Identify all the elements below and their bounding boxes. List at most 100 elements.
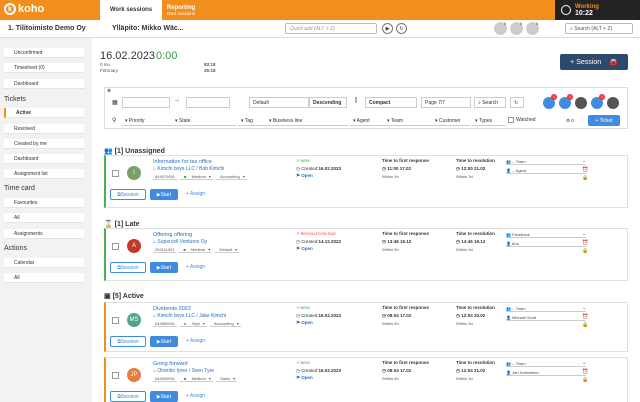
- sidebar-item-ticket-dashboard[interactable]: Dashboard: [4, 154, 84, 164]
- category-select[interactable]: Sales ▾: [215, 376, 238, 382]
- start-button[interactable]: ▶ Start: [150, 336, 178, 347]
- category-select[interactable]: Accounting ▾: [215, 174, 247, 180]
- start-button[interactable]: ▶ Start: [150, 391, 178, 402]
- refresh-list-button[interactable]: ↻: [510, 97, 524, 108]
- play-button[interactable]: ▶: [382, 23, 393, 34]
- ticket-checkbox[interactable]: [112, 243, 119, 250]
- chevron-down-icon[interactable]: ⌄: [582, 360, 586, 366]
- home-icon[interactable]: [575, 97, 587, 109]
- start-button[interactable]: ▶ Start: [150, 189, 178, 200]
- state-filter[interactable]: ▾ State: [172, 116, 236, 126]
- agent-select[interactable]: 👤 Anu: [506, 241, 586, 247]
- ticket-checkbox[interactable]: [112, 372, 119, 379]
- ticket-card[interactable]: A Offering offering ⌂ Supercell Ventures…: [104, 228, 628, 281]
- watched-checkbox[interactable]: Watched: [508, 117, 536, 123]
- tab-reporting[interactable]: Reporting Own sessions: [162, 0, 200, 20]
- ticket-customer[interactable]: ⌂ Kimchi boys LLC / Jake Kimchi: [153, 313, 226, 319]
- sidebar-item-dashboard[interactable]: Dashboard: [4, 79, 84, 89]
- page-select[interactable]: Page 7/7: [421, 97, 471, 108]
- new-session-button[interactable]: + Session 🚘: [560, 54, 628, 70]
- business-line-filter[interactable]: ▾ Business line: [266, 116, 348, 126]
- chevron-down-icon[interactable]: ⌄: [582, 158, 586, 164]
- alarm-icon[interactable]: ⏰: [582, 314, 588, 320]
- team-filter[interactable]: ▾ Team: [384, 116, 432, 126]
- category-select[interactable]: Default ▾: [215, 247, 240, 253]
- sort-field-select[interactable]: Default: [249, 97, 309, 108]
- agent-select[interactable]: 👤 Michael Scott: [506, 315, 586, 321]
- ticket-customer[interactable]: ⌂ Otombo tyres / Sven Tyre: [153, 368, 214, 374]
- ticket-title[interactable]: Offering offering: [153, 232, 192, 238]
- sidebar-item-unconfirmed[interactable]: Unconfirmed: [4, 48, 84, 58]
- assign-link[interactable]: + Assign: [186, 264, 205, 270]
- priority-filter[interactable]: ▾ Priority: [122, 116, 172, 126]
- settings-icon[interactable]: [607, 97, 619, 109]
- sidebar-item-calendar[interactable]: Calendar: [4, 258, 84, 268]
- sort-direction-select[interactable]: Descending: [309, 97, 347, 108]
- gear-icon[interactable]: ⚙ 0: [566, 118, 574, 124]
- sidebar-item-all[interactable]: All: [4, 213, 84, 223]
- alarm-icon[interactable]: ⏰: [582, 369, 588, 375]
- priority-select[interactable]: ■ High ▾: [180, 321, 207, 327]
- priority-select[interactable]: ■ Medium ▾: [179, 247, 213, 253]
- working-indicator[interactable]: Working 10:22: [555, 0, 640, 20]
- chevron-down-icon[interactable]: ⌄: [582, 231, 586, 237]
- team-select[interactable]: 👥 Facebook: [506, 232, 586, 238]
- tag-filter[interactable]: ▾ Tag: [238, 116, 266, 126]
- sidebar-item-resolved[interactable]: Resolved: [4, 124, 84, 134]
- calendar-icon[interactable]: ▦: [112, 99, 118, 106]
- ticket-checkbox[interactable]: [112, 170, 119, 177]
- sidebar-item-assignments[interactable]: Assignments: [4, 229, 84, 239]
- refresh-button[interactable]: ↻: [396, 23, 407, 34]
- session-button[interactable]: ⧉ Session: [110, 391, 146, 402]
- search-button[interactable]: ⌕ Search: [474, 97, 506, 108]
- avatar[interactable]: MS: [127, 313, 141, 327]
- ticket-title[interactable]: Going forward: [153, 361, 188, 367]
- agent-select[interactable]: 👤 Jan Holmsteen: [506, 370, 586, 376]
- assign-link[interactable]: + Assign: [186, 338, 205, 344]
- ticket-card[interactable]: MS Dividends 2022 ⌂ Kimchi boys LLC / Ja…: [104, 302, 628, 352]
- global-search-input[interactable]: ⌕ Search (ALT + Z): [565, 23, 633, 34]
- types-filter[interactable]: ▾ Types: [472, 116, 506, 126]
- priority-select[interactable]: ■ Medium ▾: [180, 174, 213, 180]
- tab-work-sessions[interactable]: Work sessions: [100, 0, 162, 20]
- filter-reset-icon[interactable]: ⊗: [107, 88, 111, 94]
- sidebar-item-active[interactable]: Active: [4, 108, 84, 118]
- ticket-checkbox[interactable]: [112, 317, 119, 324]
- customer-filter[interactable]: ▾ Customer: [432, 116, 470, 126]
- view-mode-select[interactable]: Compact: [365, 97, 417, 108]
- team-select[interactable]: 👥 -- Team: [506, 306, 586, 312]
- agent-select[interactable]: 👤 -- Agent: [506, 168, 586, 174]
- ticket-card[interactable]: I Information for tax office ⌂ Kimchi bo…: [104, 155, 628, 208]
- ticket-state[interactable]: ⚑ Open: [296, 173, 313, 179]
- team-select[interactable]: 👥 -- Team: [506, 361, 586, 367]
- lock-icon[interactable]: 🔒: [582, 248, 588, 254]
- sidebar-item-timesheet[interactable]: Timesheet (0): [4, 63, 84, 73]
- avatar[interactable]: JP: [127, 368, 141, 382]
- sidebar-item-created-by-me[interactable]: Created by me: [4, 139, 84, 149]
- date-from-input[interactable]: [122, 97, 170, 108]
- company-selector[interactable]: 1. Tilitoimisto Demo Oy: [8, 25, 86, 32]
- session-button[interactable]: ⧉ Session: [110, 189, 146, 200]
- ticket-title[interactable]: Information for tax office: [153, 159, 212, 165]
- assign-link[interactable]: + Assign: [186, 191, 205, 197]
- sidebar-item-actions-all[interactable]: All: [4, 273, 84, 283]
- ticket-state[interactable]: ⚑ Open: [296, 246, 313, 252]
- agent-filter[interactable]: ▾ Agent: [350, 116, 384, 126]
- priority-select[interactable]: ■ Medium ▾: [180, 376, 213, 382]
- team-select[interactable]: 👥 -- Team: [506, 159, 586, 165]
- avatar[interactable]: I: [127, 166, 141, 180]
- ticket-customer[interactable]: ⌂ Supercell Ventures Oy: [153, 239, 207, 245]
- assign-link[interactable]: + Assign: [186, 393, 205, 399]
- quick-add-input[interactable]: Quick add (ALT + Z): [285, 23, 377, 34]
- ticket-customer[interactable]: ⌂ Kimchi boys LLC / Bob Kimchi: [153, 166, 224, 172]
- category-select[interactable]: Accounting ▾: [209, 321, 241, 327]
- lock-icon[interactable]: 🔒: [582, 175, 588, 181]
- ticket-title[interactable]: Dividends 2022: [153, 306, 191, 312]
- start-button[interactable]: ▶ Start: [150, 262, 178, 273]
- lock-icon[interactable]: 🔒: [582, 322, 588, 328]
- alarm-icon[interactable]: ⏰: [582, 240, 588, 246]
- koho-logo[interactable]: k koho: [4, 3, 44, 15]
- session-button[interactable]: ⧉ Session: [110, 336, 146, 347]
- chevron-down-icon[interactable]: ⌄: [582, 305, 586, 311]
- sidebar-item-favourites[interactable]: Favourites: [4, 198, 84, 208]
